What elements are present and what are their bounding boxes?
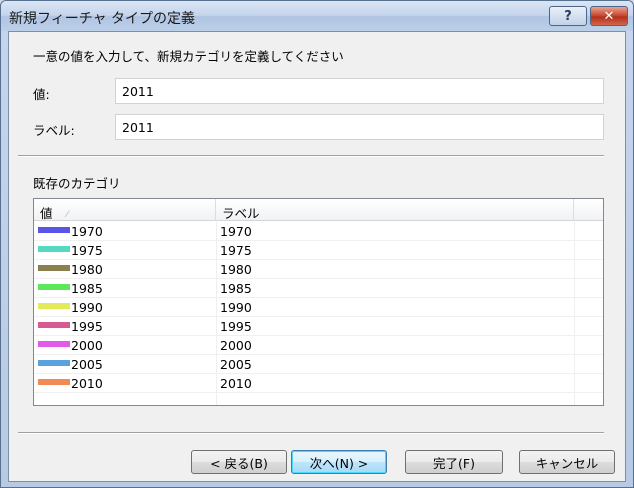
color-swatch-icon [38,341,70,347]
category-value: 2000 [38,338,103,353]
value-label: 値: [33,87,50,102]
divider [18,155,604,157]
label-label: ラベル: [33,123,75,138]
category-value-text: 2000 [71,338,103,353]
color-swatch-icon [38,246,70,252]
list-item[interactable]: 1975 1975 [34,241,603,260]
color-swatch-icon [38,265,70,271]
window-title: 新規フィーチャ タイプの定義 [9,11,196,27]
close-button[interactable]: ✕ [590,6,628,26]
category-label: 1990 [220,300,252,315]
existing-categories-title: 既存のカテゴリ [33,176,121,191]
color-swatch-icon [38,284,70,290]
category-value-text: 2005 [71,357,103,372]
category-value: 1995 [38,319,103,334]
category-value: 1975 [38,243,103,258]
list-item[interactable]: 1985 1985 [34,279,603,298]
category-value: 1985 [38,281,103,296]
list-item[interactable]: 2000 2000 [34,336,603,355]
instruction-text: 一意の値を入力して、新規カテゴリを定義してください [33,49,344,64]
category-value: 2005 [38,357,103,372]
category-label: 2010 [220,376,252,391]
back-button[interactable]: < 戻る(B) [191,450,287,474]
dialog-content: 一意の値を入力して、新規カテゴリを定義してください 値: 2011 ラベル: 2… [8,31,626,482]
help-button[interactable]: ? [549,6,587,26]
category-label: 1975 [220,243,252,258]
close-icon: ✕ [603,8,615,24]
category-value-text: 2010 [71,376,103,391]
color-swatch-icon [38,379,70,385]
value-input[interactable]: 2011 [115,78,604,104]
category-label: 1985 [220,281,252,296]
divider [18,432,604,434]
list-item[interactable]: 1990 1990 [34,298,603,317]
category-value: 1970 [38,224,103,239]
category-value-text: 1990 [71,300,103,315]
list-rows: 1970 1970 1975 1975 1980 1980 1985 1985 1990 1990… [34,222,603,393]
column-value-label: 値 [40,206,53,221]
finish-button[interactable]: 完了(F) [405,450,503,474]
help-icon: ? [564,8,572,24]
sort-ascending-icon: ⁄ [66,210,69,220]
color-swatch-icon [38,360,70,366]
category-value-text: 1975 [71,243,103,258]
title-bar[interactable]: 新規フィーチャ タイプの定義 ? ✕ [1,1,633,31]
list-header: 値 ⁄ ラベル [34,199,603,221]
next-button[interactable]: 次へ(N) > [291,450,387,474]
list-item[interactable]: 2005 2005 [34,355,603,374]
dialog-window: 新規フィーチャ タイプの定義 ? ✕ 一意の値を入力して、新規カテゴリを定義して… [0,0,634,488]
category-value-text: 1980 [71,262,103,277]
color-swatch-icon [38,227,70,233]
category-label: 2000 [220,338,252,353]
category-label: 1980 [220,262,252,277]
category-value-text: 1985 [71,281,103,296]
category-value: 2010 [38,376,103,391]
column-header-extra[interactable] [574,199,603,221]
category-value: 1980 [38,262,103,277]
color-swatch-icon [38,322,70,328]
list-item[interactable]: 1995 1995 [34,317,603,336]
list-item[interactable]: 1970 1970 [34,222,603,241]
category-value-text: 1970 [71,224,103,239]
color-swatch-icon [38,303,70,309]
cancel-button[interactable]: キャンセル [519,450,615,474]
category-label: 1995 [220,319,252,334]
category-value-text: 1995 [71,319,103,334]
list-item[interactable]: 2010 2010 [34,374,603,393]
category-label: 1970 [220,224,252,239]
list-item[interactable]: 1980 1980 [34,260,603,279]
categories-list[interactable]: 値 ⁄ ラベル 1970 1970 1975 1975 1980 1980 1985 1985 1… [33,198,604,406]
category-label: 2005 [220,357,252,372]
label-input[interactable]: 2011 [115,114,604,140]
column-header-label[interactable]: ラベル [216,199,574,221]
category-value: 1990 [38,300,103,315]
column-header-value[interactable]: 値 ⁄ [34,199,216,221]
